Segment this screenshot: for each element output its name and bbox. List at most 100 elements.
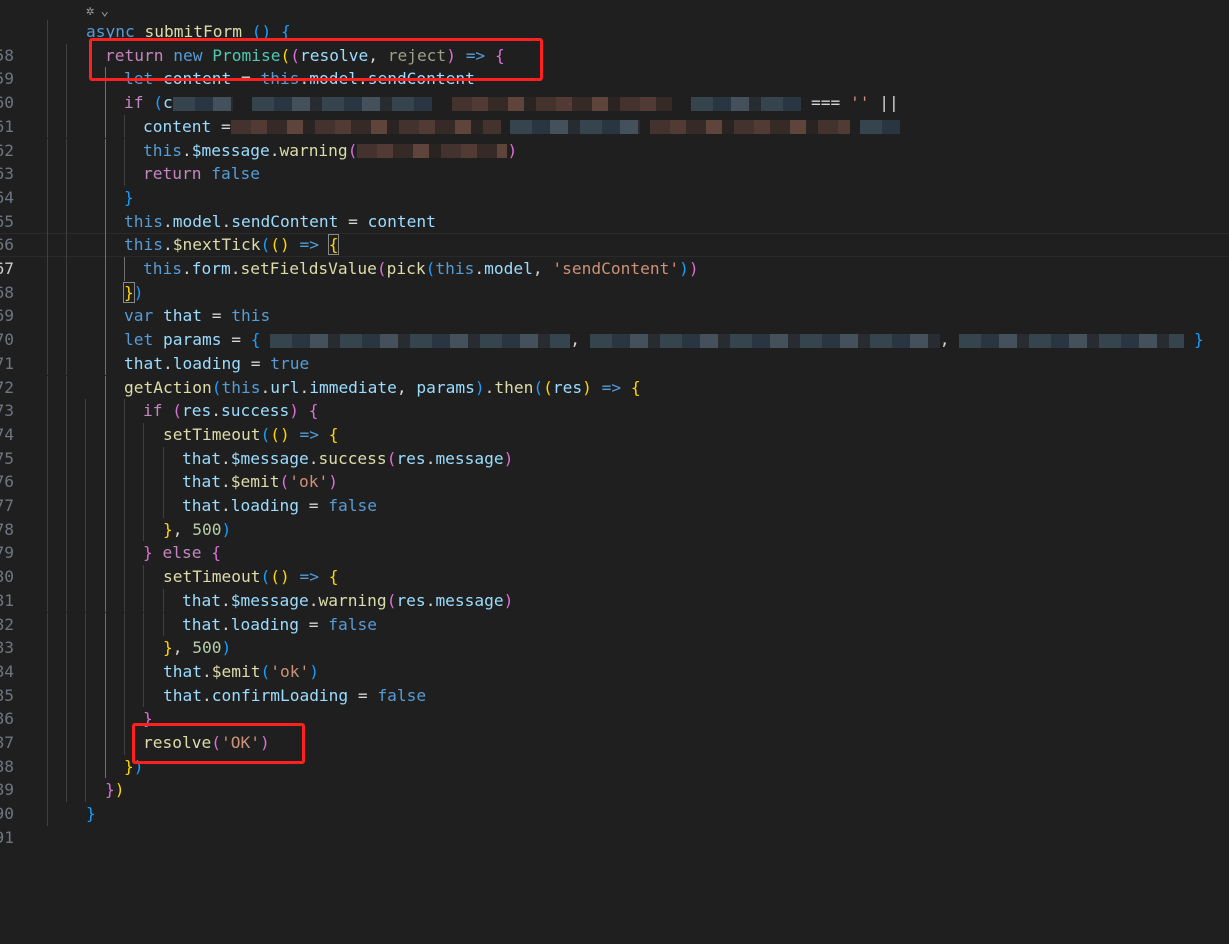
- code-text: }: [86, 804, 96, 824]
- code-text: this.$nextTick(() => {: [124, 234, 340, 256]
- indent-guide: [85, 612, 86, 637]
- indent-guide: [143, 636, 144, 660]
- indent-guide: [47, 707, 48, 731]
- code-text: }): [123, 281, 144, 303]
- code-line[interactable]: 84 }, 500): [0, 636, 1229, 681]
- code-line[interactable]: 77 that.$emit('ok'): [0, 470, 1229, 515]
- code-line[interactable]: 66 this.model.sendContent = content: [0, 209, 1229, 254]
- code-line[interactable]: 91 }: [0, 802, 1229, 847]
- indent-guide: [66, 731, 67, 755]
- indent-guide: [105, 731, 106, 755]
- indent-guide: [47, 328, 48, 352]
- indent-guide: [143, 683, 144, 708]
- indent-guide: [124, 494, 125, 518]
- code-line[interactable]: 78 that.loading = false: [0, 494, 1229, 539]
- code-line[interactable]: 76 that.$message.success(res.message): [0, 446, 1229, 491]
- code-line[interactable]: 69 }): [0, 280, 1229, 325]
- indent-guide: [124, 612, 125, 637]
- indent-guide: [47, 659, 48, 684]
- code-editor[interactable]: ✲ ⌄ 58 async submitForm () { 59 return n…: [0, 0, 1229, 847]
- indent-guide: [85, 778, 86, 803]
- code-line-current[interactable]: 67 this.$nextTick(() => {: [0, 233, 1229, 278]
- indent-guide: [85, 588, 86, 613]
- indent-guide: [66, 162, 67, 186]
- code-line[interactable]: 90 }): [0, 778, 1229, 823]
- redacted-text: [252, 96, 433, 111]
- line-number: 91: [0, 827, 14, 847]
- code-line[interactable]: 68 this.form.setFieldsValue(pick(this.mo…: [0, 257, 1229, 302]
- indent-guide: [85, 683, 86, 708]
- indent-guide: [47, 754, 48, 779]
- code-text: that.confirmLoading = false: [163, 685, 427, 705]
- indent-guide: [105, 565, 106, 589]
- indent-guide: [66, 754, 67, 779]
- indent-guide: [66, 67, 67, 92]
- indent-guide: [66, 659, 67, 684]
- code-text: }, 500): [163, 638, 232, 658]
- code-line[interactable]: 70 var that = this: [0, 304, 1229, 349]
- indent-guide: [47, 43, 48, 68]
- indent-guide: [124, 683, 125, 708]
- indent-guide: [124, 470, 125, 494]
- code-line[interactable]: 81 setTimeout(() => {: [0, 565, 1229, 610]
- indent-guide: [163, 612, 164, 637]
- code-line[interactable]: 65 }: [0, 185, 1229, 231]
- indent-guide: [163, 494, 164, 518]
- code-line[interactable]: 61 if (c === '' ||: [0, 91, 1229, 136]
- chevron-down-icon[interactable]: ⌄: [100, 3, 108, 19]
- indent-guide: [85, 446, 86, 471]
- code-line[interactable]: 85 that.$emit('ok'): [0, 659, 1229, 705]
- indent-guide: [66, 328, 67, 352]
- code-line[interactable]: 62 content =: [0, 114, 1229, 160]
- indent-guide: [47, 67, 48, 92]
- code-line[interactable]: 86 that.confirmLoading = false: [0, 683, 1229, 728]
- sticky-scroll-hint[interactable]: ✲ ⌄: [86, 0, 109, 22]
- code-line[interactable]: 82 that.$message.warning(res.message): [0, 588, 1229, 634]
- indent-guide: [85, 636, 86, 660]
- indent-guide: [105, 588, 106, 613]
- indent-guide: [105, 257, 106, 281]
- code-line[interactable]: 72 that.loading = true: [0, 351, 1229, 397]
- indent-guide: [143, 422, 144, 447]
- indent-guide: [105, 683, 106, 708]
- indent-guide: [85, 541, 86, 566]
- indent-guide: [47, 20, 48, 44]
- indent-guide: [85, 422, 86, 447]
- indent-guide: [124, 257, 125, 281]
- redacted-text: [270, 333, 571, 348]
- code-line[interactable]: 83 that.loading = false: [0, 612, 1229, 657]
- code-text: that.$message.success(res.message): [182, 448, 514, 468]
- indent-guide: [47, 778, 48, 803]
- indent-guide: [47, 731, 48, 755]
- indent-guide: [47, 422, 48, 447]
- code-text: that.loading = true: [124, 353, 310, 373]
- indent-guide: [105, 233, 106, 257]
- code-text: if (res.success) {: [143, 401, 319, 421]
- code-text: } else {: [143, 543, 221, 563]
- code-line[interactable]: 75 setTimeout(() => {: [0, 422, 1229, 468]
- indent-guide: [85, 754, 86, 779]
- code-line[interactable]: 73 getAction(this.url.immediate, params)…: [0, 375, 1229, 420]
- code-line[interactable]: 79 }, 500): [0, 517, 1229, 562]
- redacted-text: [589, 333, 940, 348]
- code-line[interactable]: 63 this.$message.warning(): [0, 138, 1229, 183]
- indent-guide: [47, 257, 48, 281]
- redacted-text: [451, 96, 672, 111]
- indent-guide: [105, 162, 106, 186]
- indent-guide: [66, 91, 67, 115]
- indent-guide: [85, 399, 86, 423]
- copilot-icon[interactable]: ✲: [86, 3, 94, 19]
- code-line[interactable]: 64 return false: [0, 162, 1229, 207]
- indent-guide: [105, 185, 106, 210]
- indent-guide: [105, 375, 106, 400]
- code-line[interactable]: 71 let params = { , , }: [0, 328, 1229, 373]
- indent-guide: [66, 541, 67, 566]
- indent-guide: [105, 494, 106, 518]
- indent-guide: [163, 470, 164, 494]
- indent-guide: [47, 541, 48, 566]
- indent-guide: [47, 91, 48, 115]
- indent-guide: [163, 588, 164, 613]
- code-line[interactable]: 80 } else {: [0, 541, 1229, 586]
- code-line[interactable]: 74 if (res.success) {: [0, 399, 1229, 444]
- indent-guide: [143, 588, 144, 613]
